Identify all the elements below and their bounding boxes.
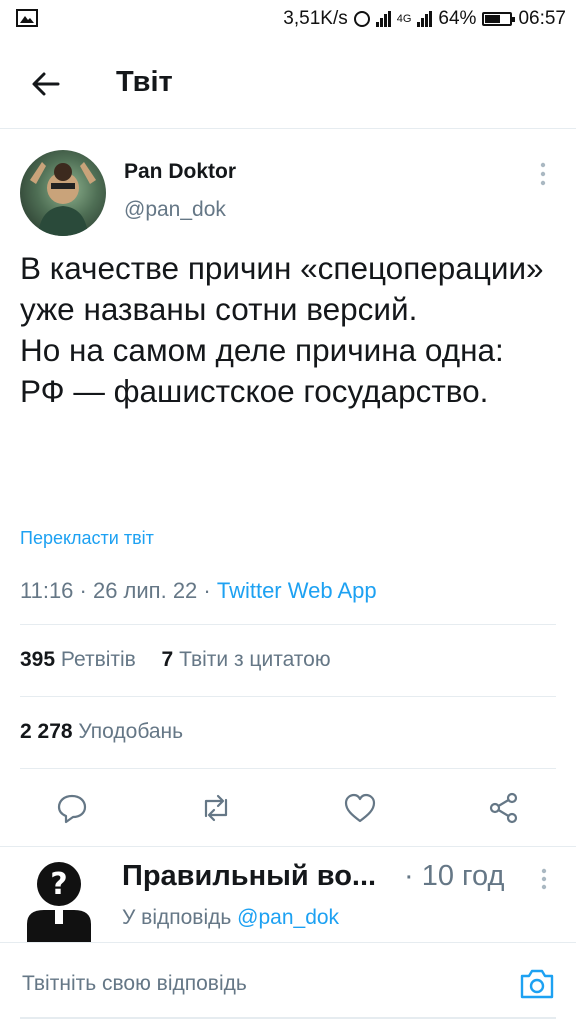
- translate-tweet-link[interactable]: Перекласти твіт: [20, 528, 154, 549]
- tweet-meta: 11:16 · 26 лип. 22 · Twitter Web App: [20, 578, 377, 604]
- reply-author-name[interactable]: Правильный во...: [122, 860, 376, 893]
- divider: [0, 846, 576, 847]
- arrow-left-icon[interactable]: [28, 66, 64, 102]
- gallery-notification-icon: [16, 9, 38, 33]
- retweet-label: Ретвітів: [60, 648, 136, 671]
- quote-count: 7: [161, 648, 174, 671]
- camera-icon[interactable]: [518, 967, 556, 1001]
- reply-to-prefix: У відповідь: [122, 906, 238, 929]
- author-name[interactable]: Pan Doktor: [124, 160, 236, 184]
- share-icon[interactable]: [486, 790, 522, 826]
- reply-to-mention[interactable]: @pan_dok: [237, 906, 339, 929]
- reply-more-options-icon[interactable]: [537, 866, 551, 892]
- signal-icon-2: [417, 11, 433, 27]
- divider: [20, 696, 556, 697]
- battery-percent: 64%: [438, 8, 477, 29]
- retweet-stats[interactable]: 395 Ретвітів 7 Твіти з цитатою: [20, 648, 331, 672]
- like-icon[interactable]: [342, 790, 378, 826]
- tweet-text: В качестве причин «спецоперации» уже наз…: [20, 250, 544, 409]
- signal-icon: [375, 11, 391, 27]
- like-label: Уподобань: [78, 720, 184, 743]
- network-type: 4G: [396, 13, 412, 25]
- tweet-actions: [0, 780, 576, 836]
- retweet-count: 395: [20, 648, 56, 671]
- retweet-icon[interactable]: [198, 790, 234, 826]
- quote-label: Твіти з цитатою: [179, 648, 331, 671]
- tweet-client[interactable]: Twitter Web App: [217, 578, 377, 603]
- status-bar: 3,51K/s 4G 64% 06:57: [0, 0, 576, 38]
- reply-time: · 10 год: [404, 860, 505, 892]
- reply-to: У відповідь @pan_dok: [122, 906, 339, 930]
- tweet-timestamp: 11:16 · 26 лип. 22 ·: [20, 578, 217, 603]
- svg-text:?: ?: [50, 867, 67, 902]
- divider: [20, 1017, 556, 1019]
- alarm-icon: [353, 11, 370, 27]
- battery-icon: [482, 12, 516, 26]
- author-handle[interactable]: @pan_dok: [124, 198, 226, 222]
- reply-icon[interactable]: [54, 790, 90, 826]
- like-stats[interactable]: 2 278 Уподобань: [20, 720, 183, 744]
- avatar[interactable]: [20, 150, 106, 236]
- reply-input[interactable]: [20, 959, 494, 1009]
- like-count: 2 278: [20, 720, 73, 743]
- reply-composer: [0, 942, 576, 1025]
- reply-avatar[interactable]: ?: [24, 858, 94, 942]
- divider: [20, 624, 556, 625]
- more-options-icon[interactable]: [536, 160, 550, 188]
- network-speed: 3,51K/s: [283, 8, 348, 29]
- page-title: Твіт: [116, 66, 173, 98]
- divider: [20, 768, 556, 769]
- top-bar: Твіт: [0, 38, 576, 129]
- clock: 06:57: [518, 8, 566, 29]
